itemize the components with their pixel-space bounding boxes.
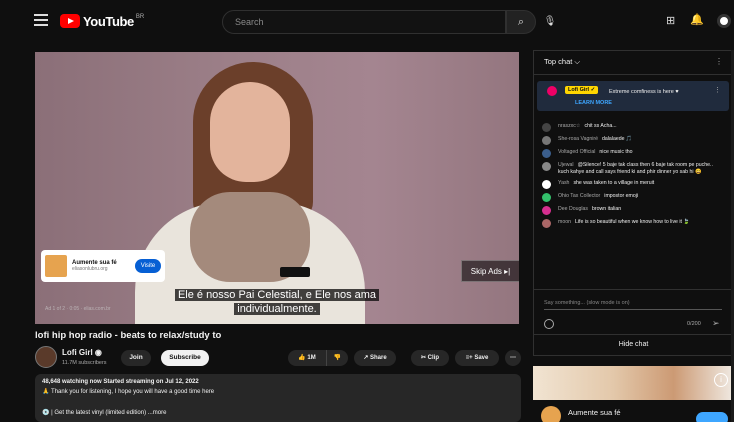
chat-message[interactable]: moon Life is so beautiful when we know ho… <box>534 217 733 230</box>
ad-url: eliasonlubru.org <box>72 266 108 272</box>
video-frame-badge <box>280 267 310 277</box>
pinned-avatar <box>547 86 557 96</box>
search-icon[interactable]: ⌕ <box>506 10 536 34</box>
microphone-icon[interactable]: 🎙 <box>540 12 560 32</box>
chat-author-avatar <box>542 206 551 215</box>
chat-menu-icon[interactable]: ⋮ <box>715 57 723 66</box>
chat-message-text: dalalaede 🎵 <box>601 136 633 142</box>
channel-name[interactable]: Lofi Girl ◉ <box>62 348 102 357</box>
chat-input[interactable]: Say something... (slow mode is on) <box>544 300 722 310</box>
chat-author-name: nraszxc☆ <box>558 123 581 129</box>
learn-more-link[interactable]: LEARN MORE <box>575 100 612 106</box>
chat-message-text: chit ss Acha... <box>584 123 617 129</box>
chat-message[interactable]: nraszxc☆ chit ss Acha... <box>534 121 733 134</box>
chat-message-text: impostor emoji <box>604 193 639 199</box>
description-text: 🙏 Thank you for listening, I hope you wi… <box>42 389 215 395</box>
ad-visit-button[interactable]: Visite <box>135 259 161 273</box>
chat-author-name: Dee Douglas <box>558 206 588 212</box>
top-bar: YouTube BR Search ⌕ 🎙 ⊞ 🔔 <box>0 0 734 44</box>
dislike-button[interactable]: 👎 <box>326 350 348 366</box>
create-icon[interactable]: ⊞ <box>666 14 675 27</box>
emoji-picker-icon[interactable] <box>544 319 554 329</box>
send-icon[interactable]: ➢ <box>712 318 720 329</box>
skip-ads-button[interactable]: Skip Ads ▸| <box>461 260 519 282</box>
save-button[interactable]: ≡+ Save <box>455 350 499 366</box>
pinned-author: Lofi Girl ✓ <box>565 86 599 94</box>
channel-avatar[interactable] <box>35 346 57 368</box>
youtube-play-icon <box>60 14 80 28</box>
chat-message[interactable]: Yash she was taken to a village in meruit <box>534 178 733 191</box>
side-ad-title: Aumente sua fé <box>568 408 621 417</box>
logo-country-code: BR <box>135 14 145 20</box>
pinned-text: Extreme comfiness is here ♥ <box>609 89 679 95</box>
video-player[interactable]: Aumente sua fé eliasonlubru.org Visite S… <box>35 52 519 324</box>
chat-message[interactable]: Ohio Tax Collector impostor emoji <box>534 191 733 204</box>
chat-author-avatar <box>542 193 551 202</box>
chat-author-name: Ohio Tax Collector <box>558 193 601 199</box>
chat-author-name: Voltaged Official <box>558 149 596 155</box>
search-input[interactable]: Search <box>222 10 506 34</box>
chat-author-avatar <box>542 149 551 158</box>
channel-subscriber-count: 11.7M subscribers <box>62 360 107 366</box>
join-button[interactable]: Join <box>121 350 151 366</box>
ad-overlay-card[interactable]: Aumente sua fé eliasonlubru.org Visite <box>41 250 165 282</box>
char-count: 0/200 <box>687 321 701 327</box>
pinned-menu-icon[interactable]: ⋮ <box>714 86 721 94</box>
chat-author-name: Ujewal <box>558 162 574 168</box>
bell-icon[interactable]: 🔔 <box>690 13 704 26</box>
share-button[interactable]: ↗ Share <box>354 350 396 366</box>
chat-message[interactable]: Ujewal @Silence! 5 baje tak class then 6 … <box>534 160 733 178</box>
chat-author-avatar <box>542 180 551 189</box>
chat-author-avatar <box>542 219 551 228</box>
account-avatar[interactable] <box>717 14 731 28</box>
chat-message-text: nice music tho <box>599 149 633 155</box>
chat-message[interactable]: She-rosa Vagniré dalalaede 🎵 <box>534 134 733 147</box>
top-chat-dropdown[interactable]: Top chat ⌵ <box>544 57 580 66</box>
side-ad-logo <box>541 406 561 422</box>
description-box[interactable]: 48,648 watching now Started streaming on… <box>35 374 521 422</box>
info-icon[interactable]: i <box>714 373 728 387</box>
side-ad-image <box>533 366 734 400</box>
menu-icon[interactable] <box>34 14 48 26</box>
hide-chat-button[interactable]: Hide chat <box>533 334 734 354</box>
chat-author-avatar <box>542 123 551 132</box>
video-title: lofi hip hop radio - beats to relax/stud… <box>35 330 222 341</box>
subscribe-button[interactable]: Subscribe <box>161 350 209 366</box>
chat-messages: nraszxc☆ chit ss Acha... She-rosa Vagniré d… <box>534 121 733 230</box>
chat-message-text: Life is so beautiful when we know how to… <box>574 219 690 225</box>
chat-message-text: brown italian <box>592 206 622 212</box>
video-frame-face <box>210 82 290 182</box>
chat-author-name: Yash <box>558 180 570 186</box>
chat-message-text: she was taken to a village in meruit <box>573 180 655 186</box>
chat-header: Top chat ⌵ ⋮ <box>534 51 733 75</box>
chat-message[interactable]: Voltaged Official nice music tho <box>534 147 733 160</box>
clip-button[interactable]: ✂ Clip <box>411 350 449 366</box>
chat-message[interactable]: Dee Douglas brown italian <box>534 204 733 217</box>
like-button[interactable]: 👍 1M <box>288 350 326 366</box>
ad-thumbnail <box>45 255 67 277</box>
side-ad[interactable]: i Aumente sua fé <box>533 366 734 422</box>
youtube-logo[interactable]: YouTube BR <box>60 13 144 29</box>
description-more[interactable]: 💿 | Get the latest vinyl (limited editio… <box>42 409 514 416</box>
chat-author-avatar <box>542 162 551 171</box>
more-actions-button[interactable]: ⋯ <box>505 350 521 366</box>
description-stats: 48,648 watching now Started streaming on… <box>42 379 199 385</box>
subtitle-line-2: individualmente. <box>234 303 320 315</box>
chat-author-name: moon <box>558 219 571 225</box>
subtitle-line-1: Ele é nosso Pai Celestial, e Ele nos ama <box>174 289 380 301</box>
live-chat: Top chat ⌵ ⋮ Lofi Girl ✓ Extreme comfine… <box>533 50 734 356</box>
chat-message-text: @Silence! 5 baje tak class then 6 baje t… <box>558 162 713 175</box>
side-ad-cta-button[interactable] <box>696 412 728 422</box>
logo-text: YouTube <box>83 13 134 29</box>
ad-status: Ad 1 of 2 · 0:05 · elias.com.br <box>45 306 111 312</box>
pinned-message[interactable]: Lofi Girl ✓ Extreme comfiness is here ♥ … <box>537 81 729 111</box>
chat-author-avatar <box>542 136 551 145</box>
chat-author-name: She-rosa Vagniré <box>558 136 598 142</box>
